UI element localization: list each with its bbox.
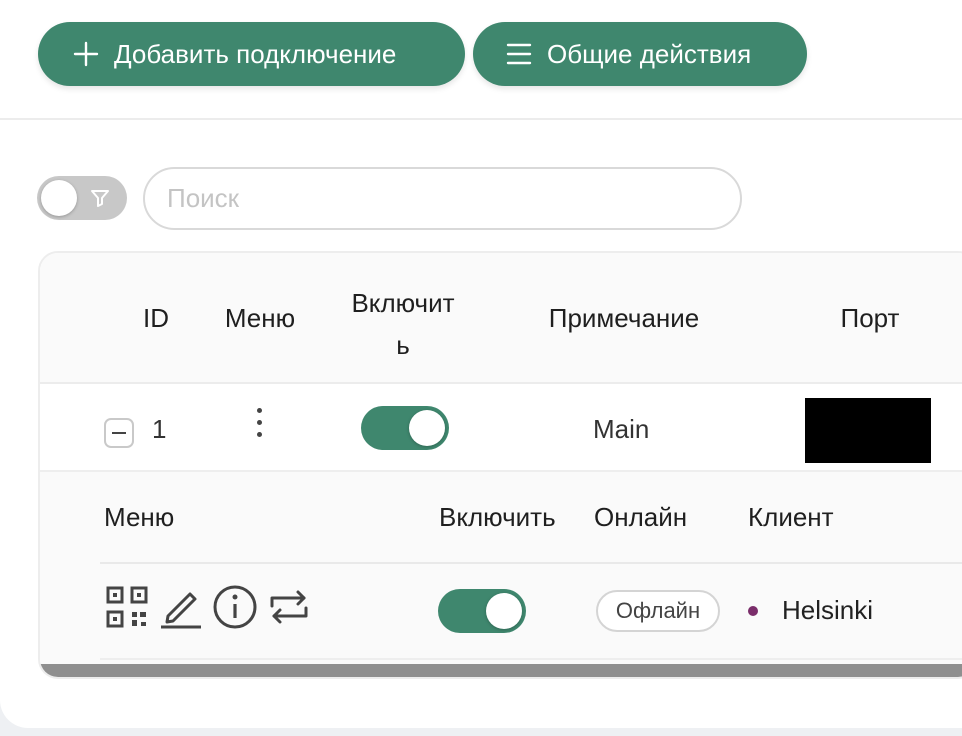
collapse-row-button[interactable] bbox=[104, 418, 134, 448]
row-id: 1 bbox=[152, 414, 167, 444]
menu-icon bbox=[506, 43, 532, 65]
column-header-port: Порт bbox=[840, 303, 900, 333]
horizontal-scrollbar[interactable] bbox=[40, 664, 962, 677]
filter-toggle[interactable] bbox=[37, 176, 127, 220]
sub-column-header-online: Онлайн bbox=[594, 502, 688, 532]
column-header-id: ID bbox=[143, 303, 169, 333]
common-actions-button[interactable]: Общие действия bbox=[473, 22, 807, 86]
column-header-menu: Меню bbox=[224, 303, 296, 333]
table-header: ID Меню Включить Примечание Порт bbox=[40, 253, 962, 384]
toggle-knob bbox=[486, 593, 522, 629]
client-status-dot bbox=[748, 606, 758, 616]
client-row: Офлайн Helsinki bbox=[100, 564, 962, 660]
toggle-knob bbox=[41, 180, 77, 216]
common-actions-label: Общие действия bbox=[547, 38, 752, 69]
client-name: Helsinki bbox=[782, 595, 874, 625]
column-header-remark: Примечание bbox=[548, 303, 700, 333]
client-enable-toggle[interactable] bbox=[438, 589, 526, 633]
row-port-redacted bbox=[805, 398, 931, 463]
connections-table: ID Меню Включить Примечание Порт 1 Main … bbox=[38, 251, 962, 679]
info-icon[interactable] bbox=[212, 584, 258, 630]
row-enable-toggle[interactable] bbox=[361, 406, 449, 450]
search-input[interactable] bbox=[143, 167, 742, 230]
subtable-header: Меню Включить Онлайн Клиент bbox=[100, 472, 962, 564]
toggle-knob bbox=[409, 410, 445, 446]
toolbar-divider bbox=[0, 118, 962, 120]
add-connection-label: Добавить подключение bbox=[114, 38, 397, 69]
add-connection-button[interactable]: Добавить подключение bbox=[38, 22, 465, 86]
edit-icon[interactable] bbox=[158, 584, 204, 630]
column-header-enable: Включить bbox=[351, 288, 455, 360]
main-card: Добавить подключение Общие действия ID М… bbox=[0, 0, 962, 728]
sub-column-header-client: Клиент bbox=[748, 502, 834, 532]
sub-column-header-menu: Меню bbox=[104, 502, 175, 532]
plus-icon bbox=[73, 41, 99, 67]
table-row: 1 Main bbox=[40, 384, 962, 472]
filter-icon bbox=[91, 190, 109, 207]
online-status-badge: Офлайн bbox=[596, 590, 720, 632]
row-menu-icon[interactable] bbox=[254, 408, 264, 444]
sub-column-header-enable: Включить bbox=[439, 502, 556, 532]
reset-traffic-icon[interactable] bbox=[266, 584, 312, 630]
qr-code-icon[interactable] bbox=[104, 584, 150, 630]
clients-subtable: Меню Включить Онлайн Клиент Офлайн Helsi… bbox=[40, 472, 962, 677]
row-remark: Main bbox=[593, 414, 650, 444]
